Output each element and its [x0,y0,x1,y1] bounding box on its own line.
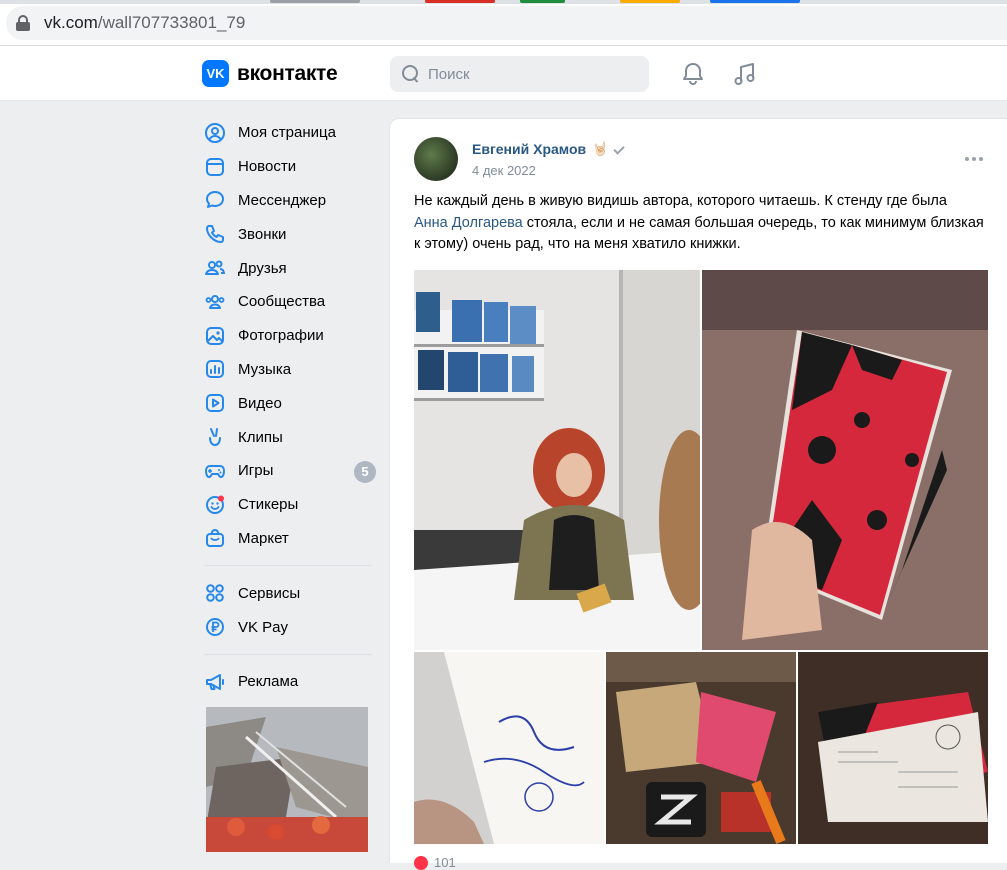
sidebar-item-label: Игры [238,462,274,480]
checkmark-icon [614,143,626,155]
sidebar-item-label: Клипы [238,428,283,446]
sidebar-item-label: Новости [238,158,297,176]
sidebar-item-ads[interactable]: Реклама [200,665,380,699]
author-emoji: 🤘🏻 [592,141,609,156]
music-bars-icon [204,358,226,380]
left-sidebar: Моя страница Новости Мессенджер Звонки Д… [200,116,380,852]
sidebar-item-label: Моя страница [238,124,336,142]
post-text: Не каждый день в живую видишь автора, ко… [414,193,984,252]
clips-icon [204,426,226,448]
sidebar-item-music[interactable]: Музыка [200,353,380,387]
bell-icon[interactable] [680,61,706,87]
sidebar-item-label: Музыка [238,360,292,378]
sidebar-item-friends[interactable]: Друзья [200,251,380,285]
search-icon [402,65,420,83]
sidebar-item-stickers[interactable]: Стикеры [200,488,380,522]
site-header: VK вконтакте Поиск [0,46,1007,101]
sidebar-item-communities[interactable]: Сообщества [200,285,380,319]
vk-logo-text: вконтакте [237,61,338,85]
ruble-coin-icon [204,616,226,638]
video-play-icon [204,392,226,414]
sidebar-item-label: Видео [238,394,282,412]
photo-book-cover[interactable] [702,270,988,650]
sidebar-item-games[interactable]: Игры 5 [200,454,380,488]
phone-icon [204,223,226,245]
sidebar-divider [204,565,372,567]
vk-logo[interactable]: VK вконтакте [202,60,338,87]
sidebar-item-label: Фотографии [238,327,324,345]
url-field[interactable]: vk.com/wall707733801_79 [6,6,1007,40]
more-options-icon[interactable] [965,157,983,161]
photo-postcards-patches[interactable] [606,652,796,844]
message-bubble-icon [204,189,226,211]
grid-services-icon [204,582,226,604]
sidebar-item-vk-pay[interactable]: VK Pay [200,610,380,644]
sidebar-item-label: Мессенджер [238,191,327,209]
sticker-smile-icon [204,494,226,516]
user-circle-icon [204,122,226,144]
wall-post: Евгений Храмов 🤘🏻 4 дек 2022 Не каждый д… [389,118,1007,870]
sidebar-divider [204,653,372,655]
browser-address-bar: vk.com/wall707733801_79 [0,0,1007,46]
photo-signing-booth[interactable] [414,270,700,650]
sidebar-item-calls[interactable]: Звонки [200,217,380,251]
friends-icon [204,257,226,279]
search-input[interactable]: Поиск [390,56,649,92]
sidebar-item-label: VK Pay [238,618,289,636]
sidebar-item-label: Стикеры [238,496,299,514]
photo-icon [204,325,226,347]
newspaper-icon [204,156,226,178]
sidebar-item-market[interactable]: Маркет [200,522,380,556]
sidebar-item-video[interactable]: Видео [200,386,380,420]
author-name[interactable]: Евгений Храмов 🤘🏻 [472,141,626,157]
sidebar-item-services[interactable]: Сервисы [200,576,380,610]
vk-logo-mark: VK [202,60,229,87]
mention-link[interactable]: Анна Долгарева [414,215,523,231]
sidebar-item-label: Реклама [238,673,299,691]
music-note-icon[interactable] [732,61,758,87]
sidebar-item-label: Звонки [238,225,287,243]
sidebar-item-messenger[interactable]: Мессенджер [200,184,380,218]
sidebar-item-label: Друзья [238,259,287,277]
sidebar-item-photos[interactable]: Фотографии [200,319,380,353]
gamepad-icon [204,460,226,482]
photo-autograph[interactable] [414,652,604,844]
sidebar-item-clips[interactable]: Клипы [200,420,380,454]
groups-icon [204,291,226,313]
sidebar-item-label: Сообщества [238,293,326,311]
url-text[interactable]: vk.com/wall707733801_79 [44,13,245,33]
megaphone-icon [204,671,226,693]
sidebar-item-my-page[interactable]: Моя страница [200,116,380,150]
sidebar-item-news[interactable]: Новости [200,150,380,184]
sidebar-item-label: Маркет [238,529,289,547]
post-date[interactable]: 4 дек 2022 [472,163,536,178]
shopping-bag-icon [204,527,226,549]
search-placeholder: Поиск [428,65,470,83]
sidebar-ad-image[interactable] [206,706,368,852]
photo-book-postcard[interactable] [798,652,988,844]
tab-strip [0,0,1007,4]
sidebar-item-label: Сервисы [238,584,301,602]
author-avatar[interactable] [414,137,458,181]
games-count-badge: 5 [354,460,376,483]
lock-icon [16,15,30,31]
